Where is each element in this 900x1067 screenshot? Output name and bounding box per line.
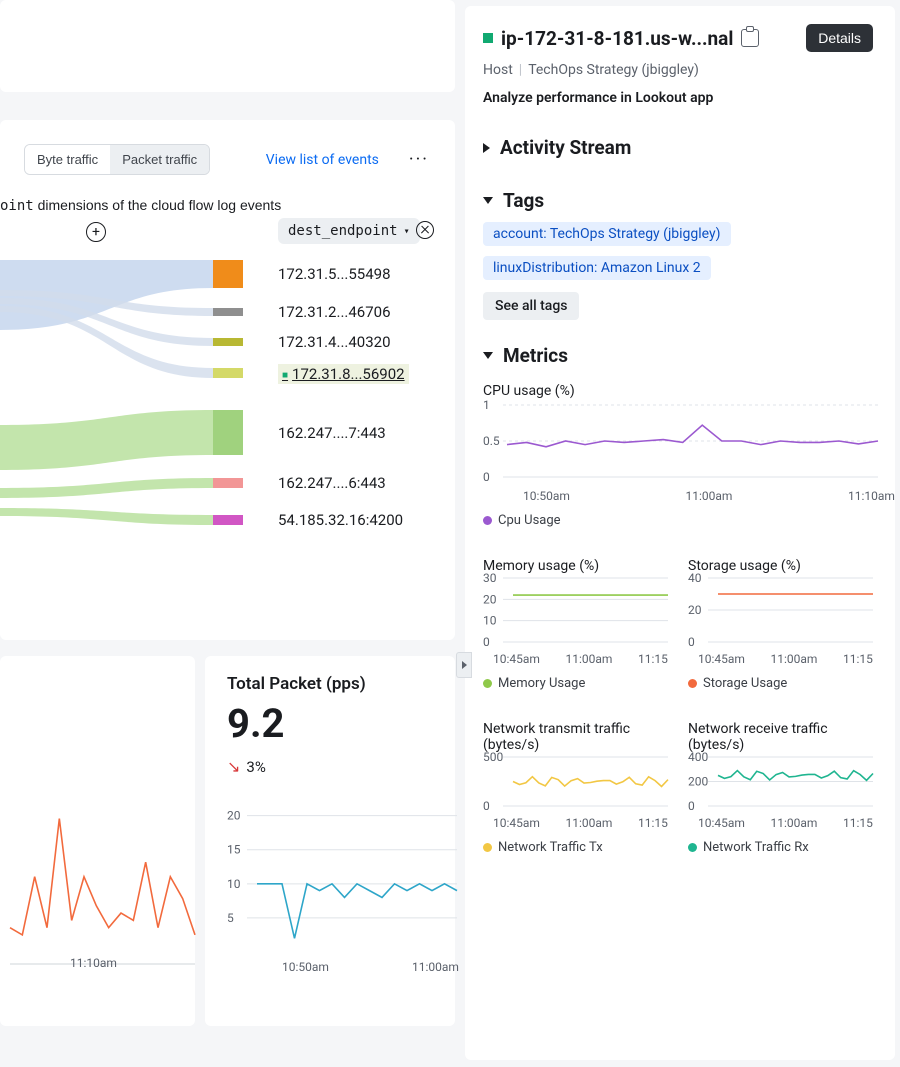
packet-traffic-tab[interactable]: Packet traffic xyxy=(110,145,209,174)
x-tick: 11:00am xyxy=(771,816,818,830)
x-tick: 11:15 xyxy=(843,816,873,830)
endpoint-bar xyxy=(213,368,243,378)
x-tick: 11:00am xyxy=(566,652,613,666)
clipboard-icon[interactable] xyxy=(741,29,759,47)
add-dimension-icon[interactable]: + xyxy=(86,222,106,242)
svg-text:20: 20 xyxy=(227,809,241,823)
host-title: ip-172-31-8-181.us-w...nal xyxy=(501,27,733,50)
svg-text:200: 200 xyxy=(688,775,708,789)
rx-metric: Network receive traffic (bytes/s) 400200… xyxy=(688,721,873,855)
endpoint-label[interactable]: 162.247....7:443 xyxy=(278,424,386,442)
details-panel: ip-172-31-8-181.us-w...nal Details Host|… xyxy=(465,6,895,1060)
chevron-down-icon xyxy=(483,197,493,204)
x-tick: 11:00am xyxy=(566,816,613,830)
expand-panel-icon[interactable] xyxy=(456,652,472,678)
svg-text:0: 0 xyxy=(483,635,490,649)
endpoint-bar xyxy=(213,260,243,288)
flow-panel: Byte traffic Packet traffic View list of… xyxy=(0,120,455,640)
x-tick: 10:45am xyxy=(698,816,745,830)
storage-metric: Storage usage (%) 40200 10:45am11:00am11… xyxy=(688,558,873,691)
svg-text:40: 40 xyxy=(688,571,702,585)
svg-text:10: 10 xyxy=(483,614,497,628)
endpoint-label[interactable]: 54.185.32.16:4200 xyxy=(278,511,403,529)
x-tick: 11:15 xyxy=(638,652,668,666)
status-indicator xyxy=(483,33,493,43)
arrow-down-icon: ↘ xyxy=(227,757,240,776)
x-tick: 10:45am xyxy=(493,816,540,830)
svg-text:0: 0 xyxy=(688,635,695,649)
x-tick: 10:50am xyxy=(523,489,570,503)
tag-pill[interactable]: account: TechOps Strategy (jbiggley) xyxy=(483,222,731,246)
svg-text:0: 0 xyxy=(483,470,490,484)
traffic-toggle: Byte traffic Packet traffic xyxy=(24,144,210,175)
chevron-right-icon xyxy=(483,143,490,153)
endpoint-bar xyxy=(213,410,243,455)
svg-text:500: 500 xyxy=(483,750,503,764)
chevron-down-icon xyxy=(483,352,493,359)
details-button[interactable]: Details xyxy=(806,24,873,52)
packet-value: 9.2 xyxy=(227,700,433,747)
byte-traffic-tab[interactable]: Byte traffic xyxy=(25,145,110,174)
x-tick: 11:00am xyxy=(771,652,818,666)
see-all-tags-button[interactable]: See all tags xyxy=(483,292,579,320)
cpu-metric: CPU usage (%) 10.50 10:50am11:00am11:10a… xyxy=(483,383,873,528)
svg-text:15: 15 xyxy=(227,843,241,857)
endpoint-bar xyxy=(213,515,243,525)
packet-delta: ↘ 3% xyxy=(227,757,433,776)
tag-pill[interactable]: linuxDistribution: Amazon Linux 2 xyxy=(483,256,711,280)
clear-dimension-icon[interactable] xyxy=(416,221,434,239)
x-tick: 11:00am xyxy=(686,489,733,503)
endpoint-label[interactable]: 162.247....6:443 xyxy=(278,474,386,492)
svg-text:10: 10 xyxy=(227,877,241,891)
tx-metric: Network transmit traffic (bytes/s) 5000 … xyxy=(483,721,668,855)
svg-text:0.5: 0.5 xyxy=(483,434,500,448)
x-tick: 11:10am xyxy=(70,956,117,970)
endpoint-bar xyxy=(213,338,243,346)
x-tick: 10:45am xyxy=(698,652,745,666)
packet-card: Total Packet (pps) 9.2 ↘ 3% 20 15 10 5 10:5… xyxy=(205,656,455,1026)
activity-stream-header[interactable]: Activity Stream xyxy=(483,136,873,159)
x-tick: 10:50am xyxy=(282,960,329,974)
analyze-link[interactable]: Analyze performance in Lookout app xyxy=(483,90,873,106)
view-list-link[interactable]: View list of events xyxy=(266,152,379,168)
x-tick: 11:15 xyxy=(843,652,873,666)
dimension-pill[interactable]: dest_endpoint▾ xyxy=(278,218,420,244)
dimensions-caption: oint dimensions of the cloud flow log ev… xyxy=(0,197,435,214)
endpoint-label[interactable]: 172.31.5...55498 xyxy=(278,265,391,283)
x-tick: 11:00am xyxy=(412,960,459,974)
sankey-diagram: 172.31.5...55498 172.31.2...46706 172.31.4… xyxy=(0,260,455,540)
endpoint-label[interactable]: 172.31.8...56902 xyxy=(278,364,409,384)
chevron-down-icon: ▾ xyxy=(404,226,410,237)
endpoint-bar xyxy=(213,478,243,488)
breadcrumb: Host|TechOps Strategy (jbiggley) xyxy=(483,62,873,78)
tags-header[interactable]: Tags xyxy=(483,189,873,212)
endpoint-label[interactable]: 172.31.4...40320 xyxy=(278,333,391,351)
svg-text:20: 20 xyxy=(688,603,702,617)
svg-text:5: 5 xyxy=(227,911,234,925)
svg-text:0: 0 xyxy=(483,799,490,813)
memory-metric: Memory usage (%) 3020100 10:45am11:00am1… xyxy=(483,558,668,691)
svg-text:20: 20 xyxy=(483,592,497,606)
left-mini-chart: 11:10am xyxy=(0,656,195,1026)
svg-text:400: 400 xyxy=(688,750,708,764)
svg-text:0: 0 xyxy=(688,799,695,813)
endpoint-label[interactable]: 172.31.2...46706 xyxy=(278,303,391,321)
more-menu-icon[interactable]: ··· xyxy=(403,149,435,170)
packet-title: Total Packet (pps) xyxy=(227,674,433,694)
x-tick: 11:15 xyxy=(638,816,668,830)
endpoint-bar xyxy=(213,308,243,316)
x-tick: 10:45am xyxy=(493,652,540,666)
svg-text:1: 1 xyxy=(483,398,490,412)
svg-text:30: 30 xyxy=(483,571,497,585)
x-tick: 11:10am xyxy=(848,489,895,503)
metrics-header[interactable]: Metrics xyxy=(483,344,873,367)
cpu-legend: Cpu Usage xyxy=(483,513,873,528)
